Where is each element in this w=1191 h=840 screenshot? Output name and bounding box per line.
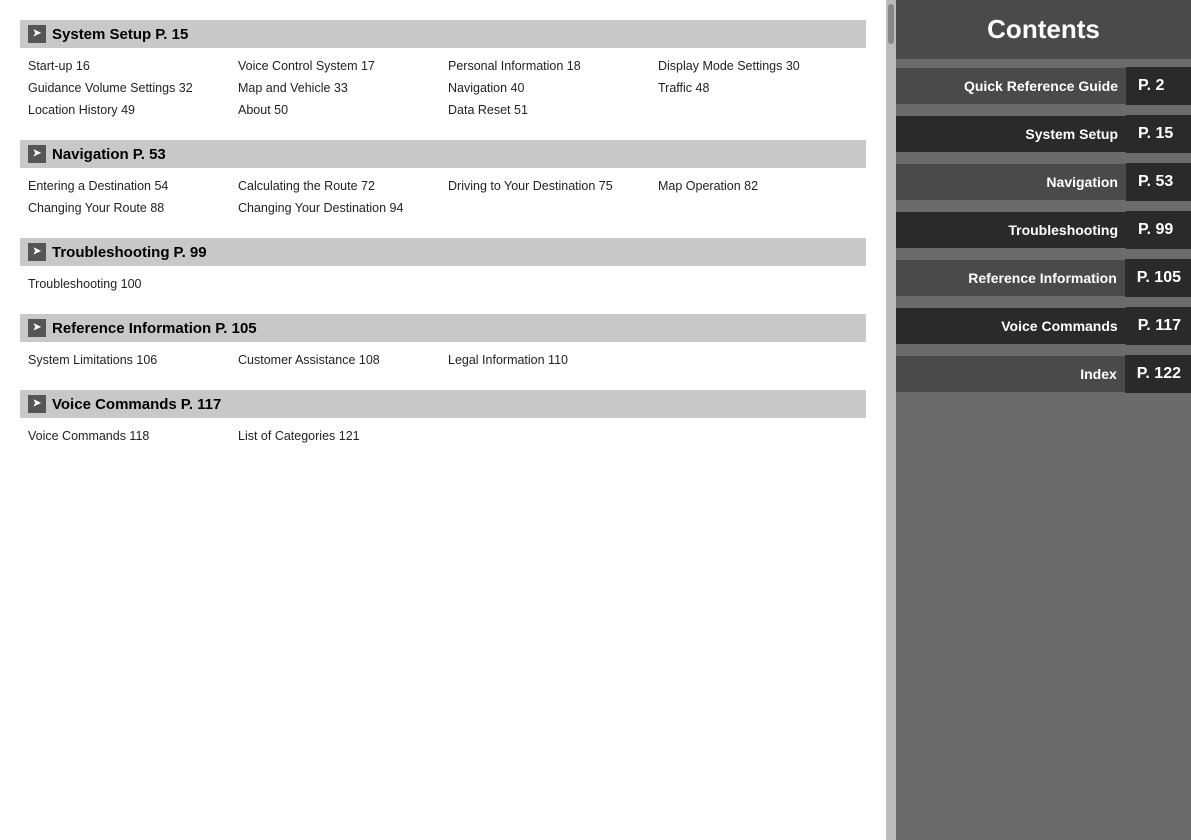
sidebar-item-page: P. 117 [1126,307,1191,345]
section-entry [448,274,648,294]
section-entry [448,198,648,218]
main-content: ➤ System Setup P. 15 Start-up 16 Voice Cont… [0,0,886,840]
section-body-reference-information: System Limitations 106 Customer Assistanc… [20,348,866,372]
section-entry: Troubleshooting 100 [28,274,228,294]
section-entry: Calculating the Route 72 [238,176,438,196]
section-page-voice-commands: P. 117 [181,396,222,413]
section-entry [238,274,438,294]
section-entry: Location History 49 [28,100,228,120]
sidebar-item-page: P. 105 [1125,259,1191,297]
section-entry: Driving to Your Destination 75 [448,176,648,196]
section-entry: Data Reset 51 [448,100,648,120]
section-entry: Changing Your Destination 94 [238,198,438,218]
section-entry [658,198,858,218]
section-body-troubleshooting: Troubleshooting 100 [20,272,866,296]
sidebar-item-voice-commands[interactable]: Voice CommandsP. 117 [896,307,1191,345]
sidebar-item-navigation[interactable]: NavigationP. 53 [896,163,1191,201]
sidebar-item-page: P. 53 [1126,163,1191,201]
section-voice-commands: ➤ Voice Commands P. 117 Voice Commands 118… [20,390,866,448]
section-body-voice-commands: Voice Commands 118 List of Categories 121 [20,424,866,448]
section-entry: Start-up 16 [28,56,228,76]
sidebar-item-reference-information[interactable]: Reference InformationP. 105 [896,259,1191,297]
section-entry: System Limitations 106 [28,350,228,370]
section-header-voice-commands: ➤ Voice Commands P. 117 [20,390,866,418]
sidebar-item-index[interactable]: IndexP. 122 [896,355,1191,393]
section-troubleshooting: ➤ Troubleshooting P. 99 Troubleshooting 10… [20,238,866,296]
section-entry: Map Operation 82 [658,176,858,196]
section-body-navigation: Entering a Destination 54 Calculating the… [20,174,866,220]
sidebar-item-label: Reference Information [896,260,1125,296]
section-header-reference-information: ➤ Reference Information P. 105 [20,314,866,342]
sidebar-item-page: P. 2 [1126,67,1191,105]
sidebar-item-troubleshooting[interactable]: TroubleshootingP. 99 [896,211,1191,249]
section-entry [658,274,858,294]
section-title-reference-information: Reference Information [52,320,211,337]
sidebar-item-label: Troubleshooting [896,212,1126,248]
section-title-system-setup: System Setup [52,26,151,43]
section-system-setup: ➤ System Setup P. 15 Start-up 16 Voice Cont… [20,20,866,122]
section-page-reference-information: P. 105 [215,320,256,337]
section-navigation: ➤ Navigation P. 53 Entering a Destination … [20,140,866,220]
section-icon-system-setup: ➤ [28,25,46,43]
section-entry: Guidance Volume Settings 32 [28,78,228,98]
sidebar-item-label: Index [896,356,1125,392]
section-entry [658,350,858,370]
sidebar: Contents Quick Reference GuideP. 2System… [896,0,1191,840]
section-entry: Voice Control System 17 [238,56,438,76]
section-icon-navigation: ➤ [28,145,46,163]
section-entry: Voice Commands 118 [28,426,228,446]
sidebar-item-system-setup[interactable]: System SetupP. 15 [896,115,1191,153]
section-entry: Legal Information 110 [448,350,648,370]
sidebar-item-page: P. 99 [1126,211,1191,249]
section-reference-information: ➤ Reference Information P. 105 System Limi… [20,314,866,372]
sidebar-item-page: P. 15 [1126,115,1191,153]
section-entry: Traffic 48 [658,78,858,98]
section-entry: Display Mode Settings 30 [658,56,858,76]
sidebar-item-quick-reference-guide[interactable]: Quick Reference GuideP. 2 [896,67,1191,105]
section-entry: About 50 [238,100,438,120]
section-entry: Changing Your Route 88 [28,198,228,218]
section-header-system-setup: ➤ System Setup P. 15 [20,20,866,48]
section-header-navigation: ➤ Navigation P. 53 [20,140,866,168]
section-icon-troubleshooting: ➤ [28,243,46,261]
section-entry [658,426,858,446]
section-page-navigation: P. 53 [133,146,166,163]
section-body-system-setup: Start-up 16 Voice Control System 17 Person… [20,54,866,122]
section-entry: List of Categories 121 [238,426,438,446]
section-page-system-setup: P. 15 [155,26,188,43]
section-header-troubleshooting: ➤ Troubleshooting P. 99 [20,238,866,266]
section-entry: Entering a Destination 54 [28,176,228,196]
section-entry [448,426,648,446]
scroll-thumb[interactable] [888,4,894,44]
sidebar-item-label: Quick Reference Guide [896,68,1126,104]
section-page-troubleshooting: P. 99 [174,244,207,261]
sidebar-item-label: Navigation [896,164,1126,200]
section-title-voice-commands: Voice Commands [52,396,177,413]
section-entry: Customer Assistance 108 [238,350,438,370]
sidebar-item-label: System Setup [896,116,1126,152]
sidebar-item-page: P. 122 [1125,355,1191,393]
sidebar-item-label: Voice Commands [896,308,1126,344]
section-entry: Navigation 40 [448,78,648,98]
sidebar-title: Contents [896,0,1191,59]
scrollbar[interactable] [886,0,896,840]
section-icon-voice-commands: ➤ [28,395,46,413]
section-entry: Personal Information 18 [448,56,648,76]
section-entry: Map and Vehicle 33 [238,78,438,98]
section-title-navigation: Navigation [52,146,129,163]
section-icon-reference-information: ➤ [28,319,46,337]
section-entry [658,100,858,120]
section-title-troubleshooting: Troubleshooting [52,244,170,261]
